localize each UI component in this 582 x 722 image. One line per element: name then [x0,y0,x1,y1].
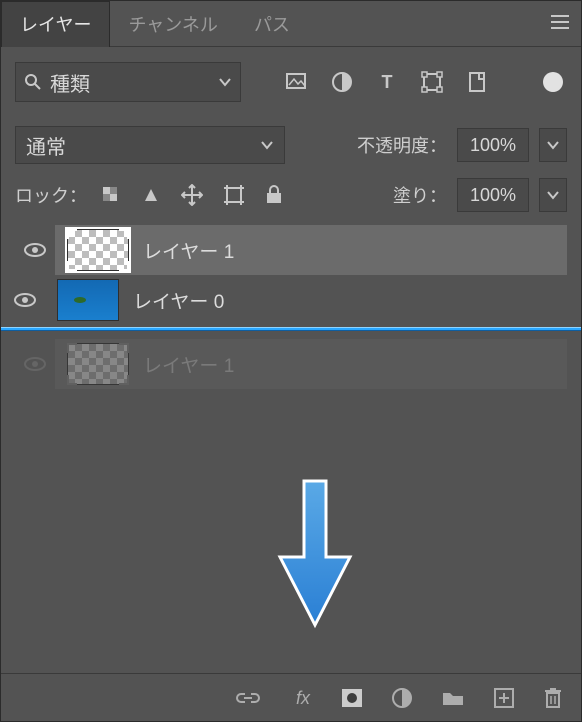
lock-image-icon[interactable] [141,185,161,205]
filter-toggle[interactable] [543,72,563,92]
lock-artboard-icon[interactable] [223,184,245,206]
opacity-flyout[interactable] [539,128,567,162]
filter-row: 種類 T [15,57,567,107]
panel-tabs: レイヤー チャンネル パス [1,1,581,47]
layer-row[interactable]: レイヤー 1 [55,225,567,275]
tab-layers[interactable]: レイヤー [1,1,110,47]
layer-name[interactable]: レイヤー 1 [143,237,234,264]
svg-text:fx: fx [296,688,311,708]
fill-value[interactable]: 100% [457,178,529,212]
filter-shape-icon[interactable] [421,71,443,93]
blend-mode-select[interactable]: 通常 [15,126,285,164]
drop-indicator [1,327,581,331]
filter-label: 種類 [50,68,212,97]
layer-thumbnail[interactable] [67,229,129,271]
filter-smartobject-icon[interactable] [467,71,489,93]
new-layer-icon[interactable] [493,687,515,709]
filter-adjustment-icon[interactable] [331,71,353,93]
visibility-toggle[interactable] [21,356,49,372]
layer-thumbnail [67,343,129,385]
layers-list: レイヤー 1 レイヤー 0 レイヤー 1 [1,225,581,673]
visibility-toggle[interactable] [21,242,49,258]
link-layers-icon[interactable] [235,690,261,706]
search-icon [24,73,42,91]
opacity-value[interactable]: 100% [457,128,529,162]
lock-all-icon[interactable] [265,185,283,205]
fill-flyout[interactable] [539,178,567,212]
panel-footer: fx [1,673,581,721]
chevron-down-icon [218,77,232,87]
blend-mode-label: 通常 [26,131,260,160]
tab-paths[interactable]: パス [236,1,308,47]
lock-transparent-icon[interactable] [101,185,121,205]
lock-row: ロック： 塗り： 100% [15,171,567,219]
delete-layer-icon[interactable] [543,687,563,709]
layers-panel: レイヤー チャンネル パス 種類 T [0,0,582,722]
filter-type-select[interactable]: 種類 [15,62,241,102]
adjustment-layer-icon[interactable] [391,687,413,709]
layer-name[interactable]: レイヤー 0 [133,287,224,314]
visibility-toggle[interactable] [11,292,39,308]
filter-type-icon[interactable]: T [377,72,397,92]
blend-row: 通常 不透明度： 100% [15,119,567,171]
opacity-label: 不透明度： [357,132,447,158]
layer-mask-icon[interactable] [341,688,363,708]
layer-row-ghost: レイヤー 1 [55,339,567,389]
lock-position-icon[interactable] [181,184,203,206]
group-icon[interactable] [441,689,465,707]
lock-label: ロック： [15,182,87,208]
svg-text:T: T [382,72,393,92]
drag-arrow-annotation [276,479,354,629]
chevron-down-icon [260,140,274,150]
panel-menu-icon[interactable] [549,13,571,31]
layer-thumbnail[interactable] [57,279,119,321]
layer-name: レイヤー 1 [143,351,234,378]
filter-pixel-icon[interactable] [285,72,307,92]
layer-style-icon[interactable]: fx [289,688,313,708]
fill-label: 塗り： [393,182,447,208]
tab-channels[interactable]: チャンネル [110,1,235,47]
layer-row[interactable]: レイヤー 0 [1,275,581,325]
